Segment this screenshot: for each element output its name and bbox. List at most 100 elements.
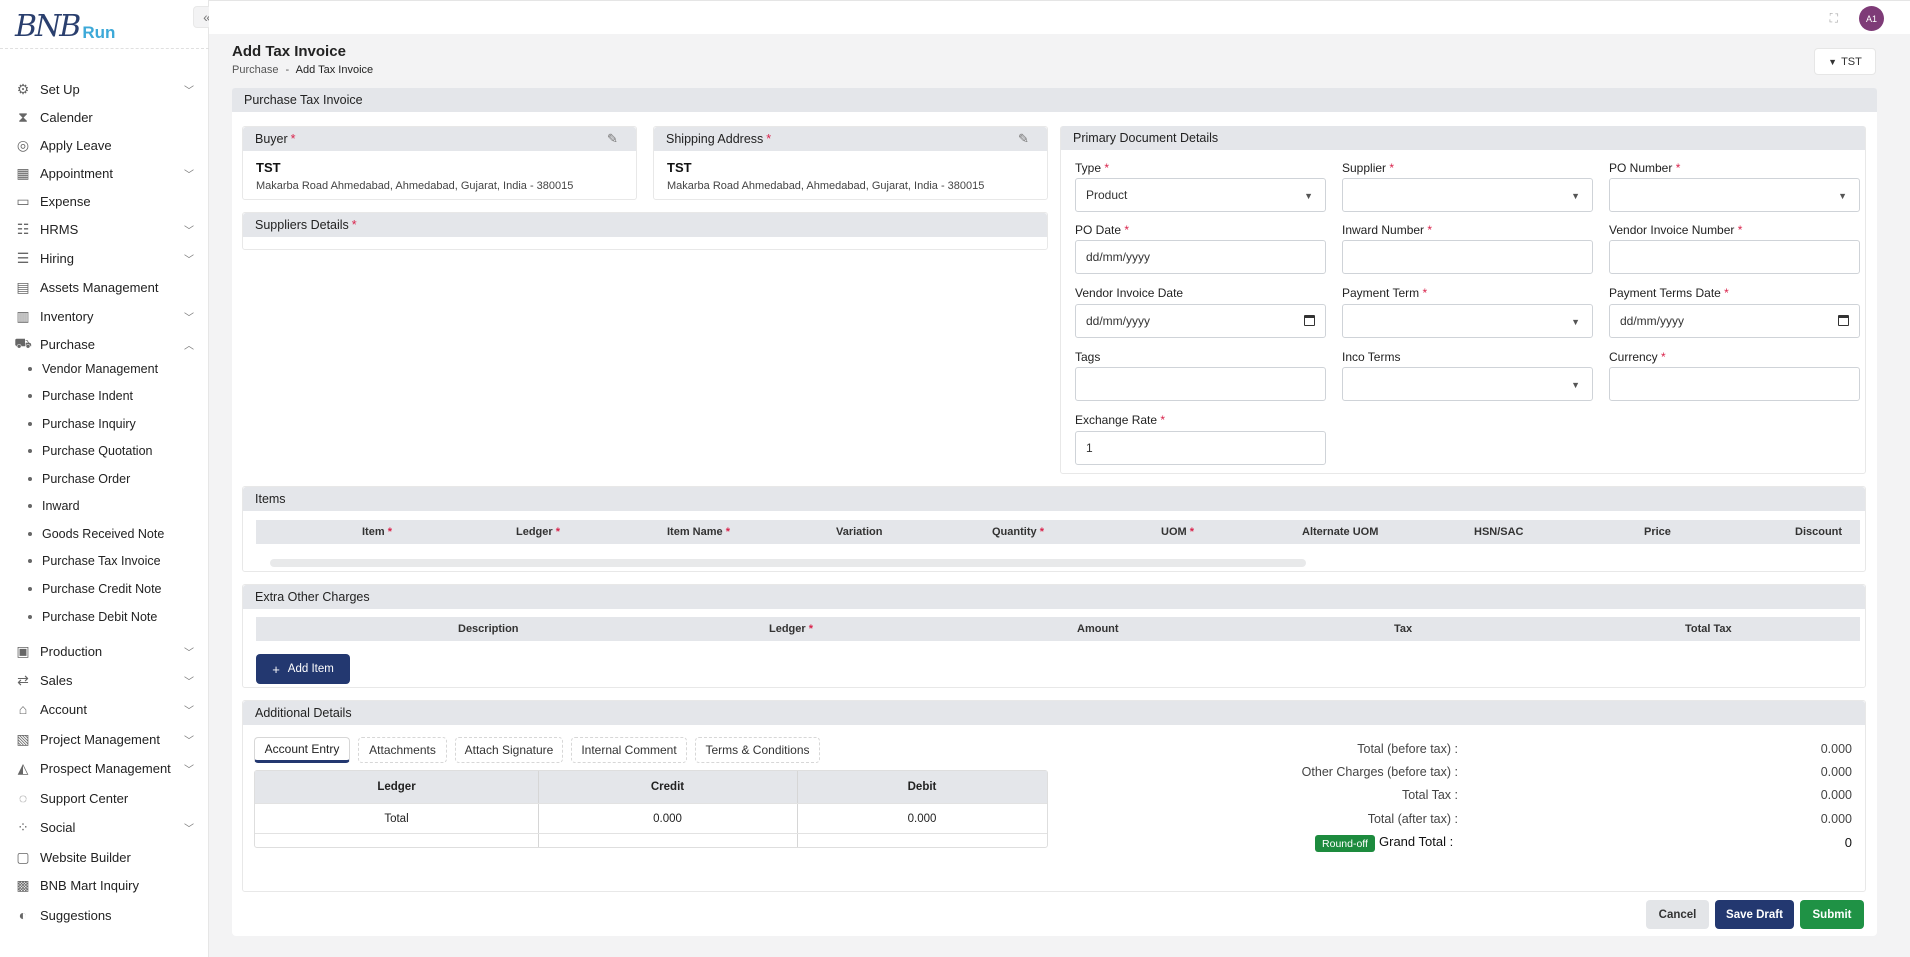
vendor-invoice-number-field[interactable] bbox=[1609, 240, 1860, 274]
sidebar-subitem-label: Purchase Inquiry bbox=[42, 417, 136, 431]
sidebar-item-label: Production bbox=[40, 643, 103, 659]
sidebar-item-appointment[interactable]: ▦ Appointment ﹀ bbox=[14, 162, 194, 184]
col-item: Item * bbox=[362, 526, 392, 538]
toggle-icon: ◐ bbox=[18, 907, 28, 923]
sidebar-item-sales[interactable]: ⇄ Sales ﹀ bbox=[14, 669, 194, 691]
sidebar-item-hiring[interactable]: ☰ Hiring ﹀ bbox=[14, 247, 194, 269]
sidebar-subitem-purchase-quotation[interactable]: Purchase Quotation bbox=[28, 441, 153, 461]
sidebar-item-suggestions[interactable]: ◐ Suggestions bbox=[14, 904, 194, 926]
col-hsn-sac: HSN/SAC bbox=[1474, 526, 1524, 538]
sidebar-subitem-label: Purchase Order bbox=[42, 472, 131, 486]
sidebar-item-inventory[interactable]: ▥ Inventory ﹀ bbox=[14, 305, 194, 327]
cancel-button[interactable]: Cancel bbox=[1646, 900, 1709, 929]
edit-shipping-icon[interactable]: ✎ bbox=[1018, 131, 1034, 147]
tab-attachments[interactable]: Attachments bbox=[358, 737, 447, 763]
calendar-icon: ▦ bbox=[16, 164, 30, 181]
col-description: Description bbox=[458, 623, 519, 635]
chevron-up-icon[interactable]: ︿ bbox=[184, 337, 194, 352]
type-select[interactable]: Product ▼ bbox=[1075, 178, 1326, 212]
charges-table-header: Description Ledger * Amount Tax Total Ta… bbox=[256, 617, 1860, 641]
tab-account-entry[interactable]: Account Entry bbox=[254, 737, 350, 763]
chevron-down-icon[interactable]: ﹀ bbox=[184, 820, 194, 835]
inco-terms-select[interactable]: ▼ bbox=[1342, 367, 1593, 401]
sidebar-item-support-center[interactable]: ◌ Support Center bbox=[14, 787, 194, 809]
chevron-down-icon[interactable]: ﹀ bbox=[184, 309, 194, 324]
edit-buyer-icon[interactable]: ✎ bbox=[607, 131, 623, 147]
chevron-down-icon[interactable]: ﹀ bbox=[184, 673, 194, 688]
calendar-icon[interactable] bbox=[1838, 315, 1849, 326]
sidebar-subitem-label: Inward bbox=[42, 499, 80, 513]
sidebar-item-set-up[interactable]: ⚙ Set Up ﹀ bbox=[14, 78, 194, 100]
filter-button[interactable]: ▼ TST bbox=[1814, 48, 1876, 75]
chevron-down-icon[interactable]: ﹀ bbox=[184, 82, 194, 97]
payment-terms-date-field[interactable]: dd/mm/yyyy bbox=[1609, 304, 1860, 338]
sidebar-item-purchase[interactable]: ⛟ Purchase ︿ bbox=[14, 333, 194, 355]
sidebar-subitem-purchase-inquiry[interactable]: Purchase Inquiry bbox=[28, 414, 136, 434]
exchange-rate-field[interactable]: 1 bbox=[1075, 431, 1326, 465]
breadcrumb: Purchase - Add Tax Invoice bbox=[232, 64, 373, 76]
supplier-select[interactable]: ▼ bbox=[1342, 178, 1593, 212]
sidebar-subitem-purchase-credit-note[interactable]: Purchase Credit Note bbox=[28, 579, 162, 599]
sidebar-item-apply-leave[interactable]: ◎ Apply Leave bbox=[14, 134, 194, 156]
breadcrumb-current: Add Tax Invoice bbox=[295, 64, 374, 76]
tags-field[interactable] bbox=[1075, 367, 1326, 401]
inward-number-field[interactable] bbox=[1342, 240, 1593, 274]
calendar-icon[interactable] bbox=[1304, 315, 1315, 326]
breadcrumb-separator: - bbox=[285, 64, 290, 76]
sidebar-subitem-purchase-indent[interactable]: Purchase Indent bbox=[28, 386, 133, 406]
currency-field[interactable] bbox=[1609, 367, 1860, 401]
sidebar-item-label: Prospect Management bbox=[40, 760, 171, 776]
vendor-invoice-date-value: dd/mm/yyyy bbox=[1086, 314, 1151, 328]
bullet bbox=[28, 367, 32, 371]
payment-term-select[interactable]: ▼ bbox=[1342, 304, 1593, 338]
save-draft-button[interactable]: Save Draft bbox=[1715, 900, 1794, 929]
sidebar-item-social[interactable]: ⁘ Social ﹀ bbox=[14, 816, 194, 838]
po-date-field[interactable]: dd/mm/yyyy bbox=[1075, 240, 1326, 274]
submit-button[interactable]: Submit bbox=[1800, 900, 1864, 929]
sidebar-subitem-purchase-debit-note[interactable]: Purchase Debit Note bbox=[28, 607, 157, 627]
items-header: Items bbox=[243, 487, 1865, 511]
inward-number-label: Inward Number * bbox=[1342, 223, 1433, 237]
add-item-button[interactable]: + Add Item bbox=[256, 654, 350, 684]
sidebar-subitem-purchase-order[interactable]: Purchase Order bbox=[28, 469, 130, 489]
inco-terms-label: Inco Terms bbox=[1342, 350, 1401, 364]
chevron-down-icon[interactable]: ﹀ bbox=[184, 251, 194, 266]
logo[interactable]: BNB Run bbox=[15, 4, 115, 48]
chevron-down-icon[interactable]: ﹀ bbox=[184, 644, 194, 659]
round-off-badge[interactable]: Round-off bbox=[1315, 835, 1375, 852]
items-scrollbar[interactable] bbox=[270, 559, 1306, 567]
sidebar-item-production[interactable]: ▣ Production ﹀ bbox=[14, 640, 194, 662]
chevron-down-icon[interactable]: ﹀ bbox=[184, 222, 194, 237]
sidebar-item-prospect-management[interactable]: ◭ Prospect Management ﹀ bbox=[14, 757, 194, 779]
sidebar-item-website-builder[interactable]: ▢ Website Builder bbox=[14, 846, 194, 868]
sidebar-subitem-purchase-tax-invoice[interactable]: Purchase Tax Invoice bbox=[28, 551, 161, 571]
fullscreen-icon[interactable]: ⛶ bbox=[1830, 11, 1838, 26]
sidebar-subitem-vendor-management[interactable]: Vendor Management bbox=[28, 359, 158, 379]
sidebar-item-account[interactable]: ⌂ Account ﹀ bbox=[14, 698, 194, 720]
sidebar-item-hrms[interactable]: ☷ HRMS ﹀ bbox=[14, 218, 194, 240]
chevron-down-icon[interactable]: ﹀ bbox=[184, 702, 194, 717]
sidebar-subitem-inward[interactable]: Inward bbox=[28, 496, 80, 516]
tab-terms-conditions[interactable]: Terms & Conditions bbox=[695, 737, 820, 763]
tab-internal-comment[interactable]: Internal Comment bbox=[571, 737, 687, 763]
avatar[interactable]: A1 bbox=[1859, 6, 1884, 31]
sidebar-item-calender[interactable]: ⧗ Calender bbox=[14, 106, 194, 128]
chevron-down-icon[interactable]: ﹀ bbox=[184, 732, 194, 747]
tab-attach-signature[interactable]: Attach Signature bbox=[455, 737, 563, 763]
sidebar-subitem-goods-received-note[interactable]: Goods Received Note bbox=[28, 524, 164, 544]
sidebar-item-project-management[interactable]: ▧ Project Management ﹀ bbox=[14, 728, 194, 750]
col-item-name: Item Name * bbox=[667, 526, 730, 538]
col-alternate-uom: Alternate UOM bbox=[1302, 526, 1379, 538]
social-icon: ⁘ bbox=[17, 818, 29, 835]
exchange-rate-value: 1 bbox=[1086, 441, 1093, 455]
total-after-tax-value: 0.000 bbox=[1820, 812, 1852, 826]
sidebar-item-assets-management[interactable]: ▤ Assets Management bbox=[14, 276, 194, 298]
chevron-down-icon[interactable]: ﹀ bbox=[184, 761, 194, 776]
sidebar-item-bnb-mart-inquiry[interactable]: ▩ BNB Mart Inquiry bbox=[14, 874, 194, 896]
vendor-invoice-date-field[interactable]: dd/mm/yyyy bbox=[1075, 304, 1326, 338]
hiring-icon: ☰ bbox=[16, 249, 30, 266]
chevron-down-icon[interactable]: ﹀ bbox=[184, 166, 194, 181]
po-number-select[interactable]: ▼ bbox=[1609, 178, 1860, 212]
sidebar-item-expense[interactable]: ▭ Expense bbox=[14, 190, 194, 212]
breadcrumb-parent[interactable]: Purchase bbox=[232, 64, 278, 76]
